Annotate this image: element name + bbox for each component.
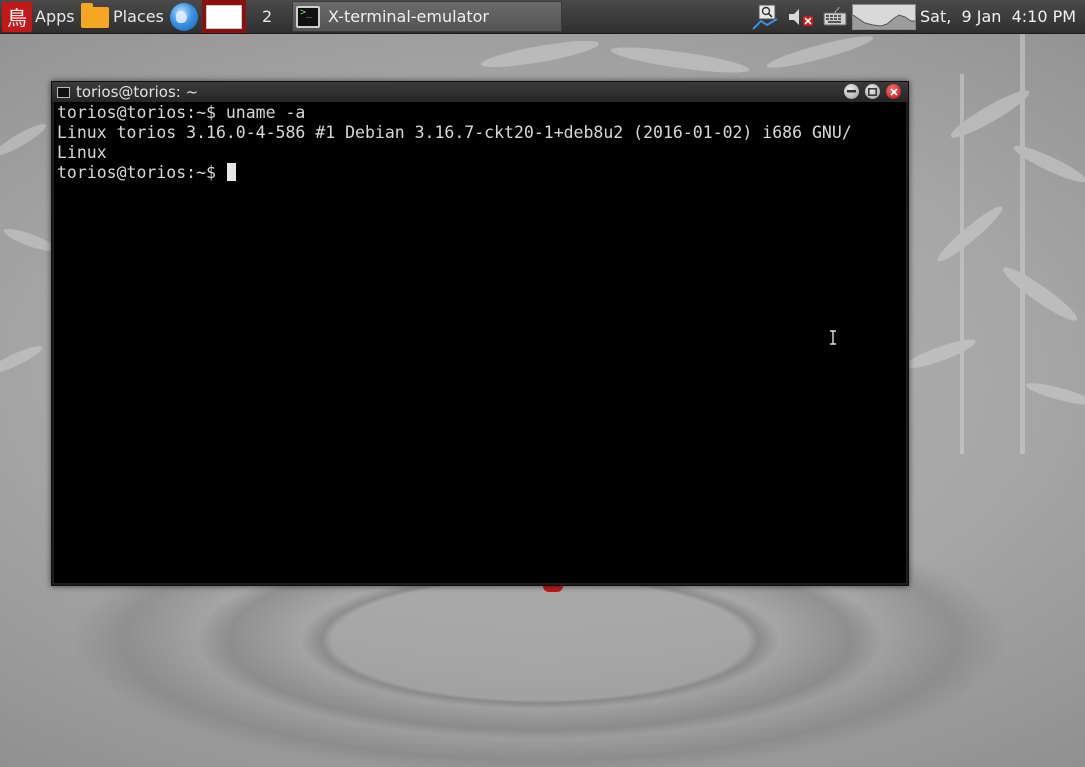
globe-icon (170, 2, 198, 31)
window-title: torios@torios: ~ (76, 83, 199, 101)
apps-menu-button[interactable]: 鳥 Apps (2, 0, 75, 33)
taskbar-item-terminal[interactable]: X-terminal-emulator (292, 1, 562, 32)
taskbar-item-label: X-terminal-emulator (328, 7, 490, 26)
terminal-prompt-line: torios@torios:~$ (57, 163, 906, 183)
top-panel: 鳥 Apps Places 2 X-terminal-emulator (0, 0, 1085, 34)
folder-icon (81, 3, 109, 28)
workspace-number[interactable]: 2 (262, 0, 272, 33)
minimize-button[interactable] (844, 84, 859, 99)
volume-muted-icon[interactable] (786, 0, 816, 33)
apps-menu-label: Apps (35, 7, 75, 26)
desktop[interactable]: 鳥 Apps Places 2 X-terminal-emulator (0, 0, 1085, 767)
close-button[interactable] (886, 84, 901, 99)
workspace-pager[interactable] (202, 0, 246, 33)
torios-logo-icon: 鳥 (2, 1, 32, 32)
places-menu-button[interactable]: Places (81, 0, 164, 33)
clock[interactable]: Sat, 9 Jan 4:10 PM (920, 0, 1076, 33)
maximize-button[interactable] (865, 84, 880, 99)
places-menu-label: Places (113, 7, 164, 26)
pager-desktop-1[interactable] (206, 4, 242, 29)
terminal-prompt: torios@torios:~$ (57, 163, 226, 182)
wallpaper-red-dot (543, 586, 563, 592)
terminal-line: Linux torios 3.16.0-4-586 #1 Debian 3.16… (57, 123, 852, 142)
terminal-line: Linux (57, 143, 107, 162)
cpu-graph-monitor[interactable] (852, 4, 916, 30)
wallpaper-bamboo-left (0, 124, 52, 374)
terminal-line: torios@torios:~$ uname -a (57, 103, 306, 122)
terminal-icon (296, 5, 320, 28)
terminal-window[interactable]: torios@torios: ~ torios@torios:~$ uname … (51, 81, 909, 586)
text-cursor (226, 163, 236, 181)
maximize-icon (868, 87, 877, 96)
wallpaper-bamboo-right (904, 34, 1085, 454)
keyboard-icon[interactable] (823, 0, 847, 33)
minimize-icon (847, 90, 856, 93)
wallpaper-bamboo-top (480, 36, 874, 73)
window-titlebar[interactable]: torios@torios: ~ (52, 82, 908, 102)
network-icon[interactable] (751, 0, 781, 33)
terminal-output[interactable]: torios@torios:~$ uname -a Linux torios 3.… (54, 102, 906, 583)
close-icon (889, 87, 898, 96)
web-browser-launcher[interactable] (170, 0, 198, 33)
ibeam-cursor-icon (830, 330, 836, 345)
terminal-icon (57, 86, 70, 98)
